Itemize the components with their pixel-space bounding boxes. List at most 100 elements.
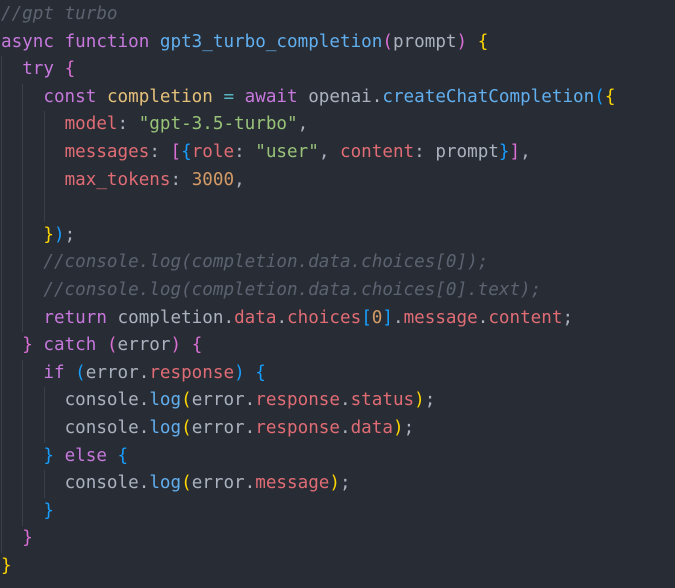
code-token: console [64,417,139,438]
code-token: { [117,445,129,466]
code-token: ) [392,417,404,438]
code-token: ( [594,86,605,107]
code-token: [ [361,307,372,328]
code-token: , [297,114,309,135]
code-token: catch [43,335,97,356]
code-token: } [43,445,54,466]
code-token: } [43,224,54,245]
code-content[interactable]: //gpt turbo async function gpt3_turbo_com… [1,1,615,580]
code-line[interactable]: console.log(error.response.status); [1,387,615,415]
code-token: model [64,114,118,135]
code-line[interactable]: } else { [1,443,615,471]
code-line[interactable]: async function gpt3_turbo_completion(pro… [1,29,615,57]
code-line[interactable]: model: "gpt-3.5-turbo", [1,111,615,139]
code-token: try [22,59,54,80]
code-token: message [255,473,330,494]
code-token: . [223,307,235,328]
code-line[interactable]: return completion.data.choices[0].messag… [1,305,615,333]
code-token: . [138,362,150,383]
code-line[interactable]: //console.log(completion.data.choices[0]… [1,249,615,277]
code-token: { [64,59,76,80]
code-token: prompt [392,31,457,52]
code-token: status [350,390,415,411]
code-token: : [149,141,171,162]
code-token: console [64,473,139,494]
code-token: if [43,362,65,383]
code-token: ; [403,417,415,438]
code-token: { [181,141,192,162]
code-token: //console.log(completion.data.choices[0]… [43,252,489,273]
code-token: ( [181,473,192,494]
code-token: //gpt turbo [1,4,118,24]
code-token: ) [234,362,245,383]
code-token: ( [181,417,192,438]
code-token: [ [170,141,182,162]
code-token: prompt [435,141,499,162]
code-line[interactable]: console.log(error.response.data); [1,415,615,443]
code-token: response [255,417,340,438]
code-token: . [276,307,288,328]
code-token: data [234,307,277,328]
code-token: data [350,417,393,438]
code-token: messages [64,141,150,162]
code-line[interactable]: if (error.response) { [1,360,615,388]
code-token: . [340,417,351,438]
code-line[interactable]: console.log(error.message); [1,470,615,498]
code-token: { [477,31,489,52]
code-line[interactable]: try { [1,56,615,84]
code-token: content [488,307,563,328]
code-token: . [477,307,489,328]
code-token: error [117,335,171,356]
code-token: . [392,307,404,328]
code-line[interactable]: const completion = await openai.createCh… [1,84,615,112]
code-token: return [43,307,107,328]
code-line[interactable]: } [1,553,615,581]
code-token: log [149,390,182,411]
code-line[interactable]: //gpt turbo [1,1,615,29]
code-token: log [149,417,182,438]
code-token: : [117,114,139,135]
code-token: 3000 [191,169,235,190]
code-token: , [520,141,531,162]
code-token: : [234,141,256,162]
code-editor[interactable]: //gpt turbo async function gpt3_turbo_com… [0,0,675,588]
code-line[interactable]: //console.log(completion.data.choices[0]… [1,277,615,305]
code-token: error [85,362,139,383]
code-line[interactable]: } [1,498,615,526]
code-token: ( [181,390,192,411]
code-line[interactable]: messages: [{role: "user", content: promp… [1,139,615,167]
code-token: ) [170,335,182,356]
code-token: else [64,445,107,466]
code-token: . [371,86,383,107]
code-token: "gpt-3.5-turbo" [138,114,298,135]
code-line[interactable]: }); [1,222,615,250]
code-token: } [498,141,510,162]
code-line[interactable]: } catch (error) { [1,332,615,360]
code-token: createChatCompletion [382,86,595,107]
code-token: . [138,417,150,438]
code-line[interactable]: max_tokens: 3000, [1,167,615,195]
code-token: : [414,141,436,162]
code-token: message [403,307,478,328]
code-line[interactable] [1,194,615,222]
code-token: completion [117,307,224,328]
code-token: ) [456,31,468,52]
code-token: const [43,86,97,107]
code-token: . [244,390,256,411]
code-token: ( [75,362,86,383]
code-token: choices [287,307,362,328]
code-line[interactable]: } [1,525,615,553]
